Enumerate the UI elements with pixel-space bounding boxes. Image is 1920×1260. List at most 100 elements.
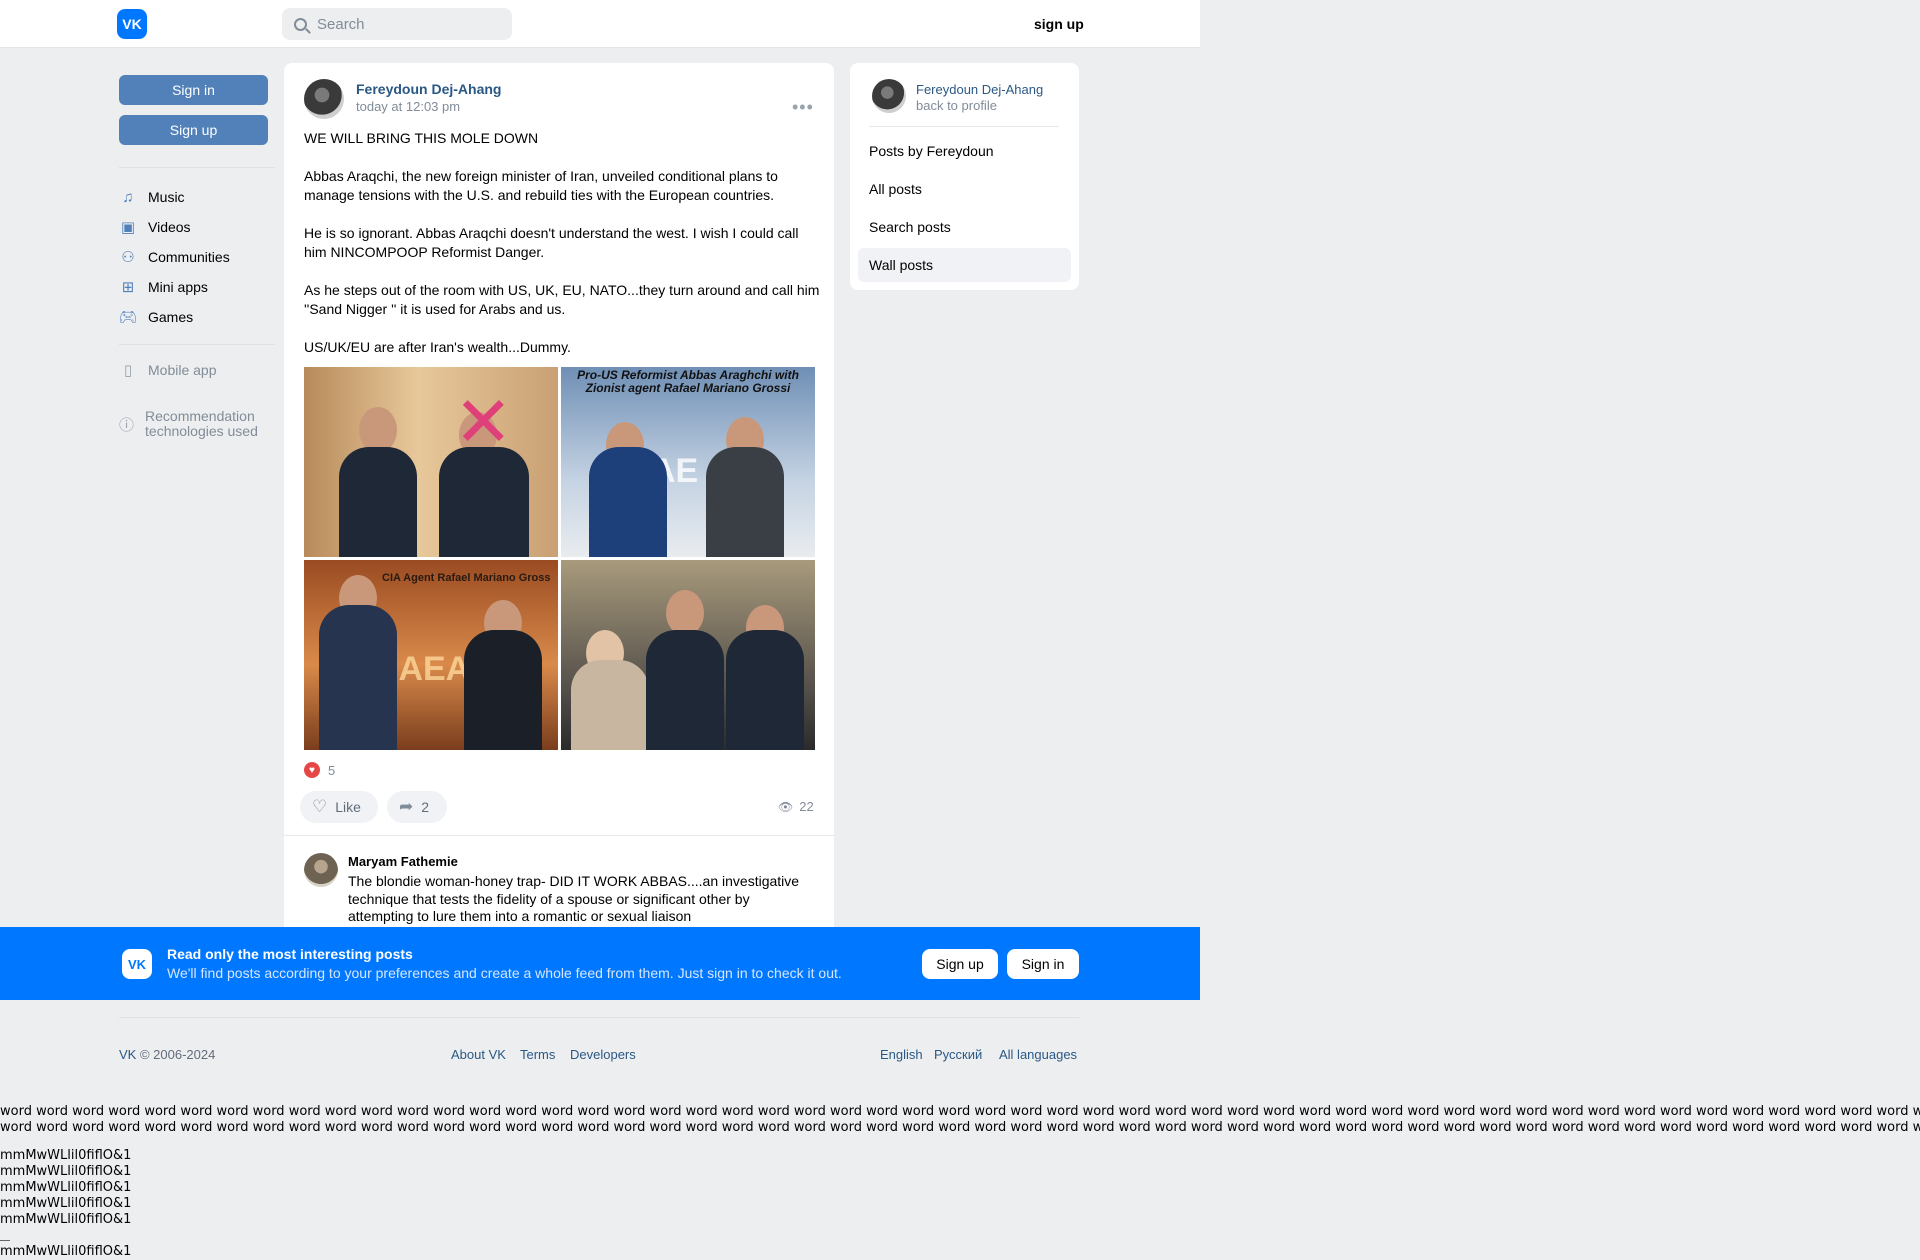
top-header: VK Search sign up <box>0 0 1200 48</box>
sidebar-item-mini-apps[interactable]: ⊞ Mini apps <box>119 275 208 299</box>
comment-author-link[interactable]: Maryam Fathemie <box>348 854 458 869</box>
banner-subtitle: We'll find posts according to your prefe… <box>167 965 842 981</box>
cross-mark-icon: ✕ <box>454 383 513 461</box>
banner-signin-button[interactable]: Sign in <box>1007 949 1079 979</box>
footer-brand[interactable]: VK <box>119 1047 136 1062</box>
photo-caption: CIA Agent Rafael Mariano Gross <box>382 572 551 584</box>
vk-logo: VK <box>122 949 152 979</box>
banner-title: Read only the most interesting posts <box>167 946 413 962</box>
phone-icon: ▯ <box>123 362 133 379</box>
post-photo[interactable]: ✕ <box>304 367 558 557</box>
photo-caption: Pro-US Reformist Abbas Araghchi with Zio… <box>577 368 799 395</box>
post-author-link[interactable]: Fereydoun Dej-Ahang <box>356 81 501 97</box>
sidebar-item-label: Communities <box>148 249 230 265</box>
reactions-summary[interactable]: ♥ 5 <box>304 762 335 778</box>
post-paragraph: As he steps out of the room with US, UK,… <box>304 282 820 317</box>
back-to-profile-link[interactable]: back to profile <box>916 98 997 113</box>
share-arrow-icon: ➦ <box>399 797 414 816</box>
heart-outline-icon: ♡ <box>312 797 328 816</box>
like-label: Like <box>335 799 361 815</box>
signin-promo-banner: VK Read only the most interesting posts … <box>0 927 1200 1000</box>
grid-icon: ⊞ <box>121 279 135 296</box>
sidebar-item-recommendation[interactable]: ⓘ Recommendation technologies used <box>119 408 269 440</box>
sidebar-item-music[interactable]: ♫ Music <box>119 185 185 209</box>
sidebar-item-mobile-app[interactable]: ▯ Mobile app <box>119 358 217 382</box>
post-divider <box>284 835 834 836</box>
profile-avatar[interactable] <box>872 79 906 113</box>
communities-icon: ⚇ <box>121 249 135 266</box>
header-signup-link[interactable]: sign up <box>1034 16 1084 32</box>
sample-text-line: mmMwWLlil0fiflO&1 <box>0 1212 132 1227</box>
menu-wall-posts[interactable]: Wall posts <box>858 248 1071 282</box>
sample-text-line: mmMwWLlil0fiflO&1 <box>0 1180 132 1195</box>
vk-logo[interactable]: VK <box>117 9 147 39</box>
commenter-avatar[interactable] <box>304 853 338 887</box>
author-avatar[interactable] <box>304 79 344 119</box>
signup-button[interactable]: Sign up <box>119 115 268 145</box>
sidebar-item-label: Music <box>148 189 185 205</box>
reactions-count: 5 <box>328 762 336 778</box>
post-paragraph: He is so ignorant. Abbas Araqchi doesn't… <box>304 225 799 260</box>
divider-tick <box>0 1240 10 1241</box>
footer-all-languages-link[interactable]: All languages <box>999 1047 1077 1062</box>
post-time[interactable]: today at 12:03 pm <box>356 99 460 114</box>
photo-grid: ✕ Pro-US Reformist Abbas Araghchi with Z… <box>304 367 815 750</box>
overflow-word-text: word word word word word word word word … <box>0 1104 1920 1135</box>
sidebar-item-label: Videos <box>148 219 191 235</box>
info-icon: ⓘ <box>119 416 135 434</box>
footer-about-link[interactable]: About VK <box>451 1047 506 1062</box>
sidebar-item-videos[interactable]: ▣ Videos <box>119 215 191 239</box>
footer-developers-link[interactable]: Developers <box>570 1047 636 1062</box>
menu-all-posts[interactable]: All posts <box>858 172 1071 206</box>
post-photo[interactable] <box>561 560 815 750</box>
video-icon: ▣ <box>120 219 136 236</box>
views-counter: 👁︎ 22 <box>778 799 814 814</box>
footer-russian-link[interactable]: Русский <box>934 1047 982 1062</box>
banner-signup-button[interactable]: Sign up <box>922 949 998 979</box>
sidebar-item-label: Games <box>148 309 194 325</box>
sidebar-item-label: Mini apps <box>148 279 208 295</box>
post-paragraph: US/UK/EU are after Iran's wealth...Dummy… <box>304 339 571 355</box>
sidebar-divider <box>119 344 275 345</box>
views-count: 22 <box>799 799 814 814</box>
sidebar-divider <box>119 167 275 168</box>
like-button[interactable]: ♡ Like <box>300 791 378 823</box>
panel-divider <box>869 126 1059 127</box>
search-icon <box>294 17 307 31</box>
footer-terms-link[interactable]: Terms <box>520 1047 555 1062</box>
share-button[interactable]: ➦ 2 <box>387 791 447 823</box>
sidebar-item-label: Mobile app <box>148 362 217 378</box>
more-options-icon[interactable]: ••• <box>792 97 814 118</box>
heart-icon: ♥ <box>304 762 320 778</box>
footer-divider <box>119 1017 1079 1018</box>
sample-text-line: mmMwWLlil0fiflO&1 <box>0 1244 132 1259</box>
footer-english-link[interactable]: English <box>880 1047 923 1062</box>
sidebar-item-games[interactable]: 🎮︎ Games <box>118 305 194 329</box>
word-line: word word word word word word word word … <box>0 1119 1920 1135</box>
comment-text: The blondie woman-honey trap- DID IT WOR… <box>348 873 800 924</box>
signin-button[interactable]: Sign in <box>119 75 268 105</box>
menu-search-posts[interactable]: Search posts <box>858 210 1071 244</box>
eye-icon: 👁︎ <box>778 799 794 814</box>
post-paragraph: WE WILL BRING THIS MOLE DOWN <box>304 130 539 146</box>
search-input[interactable]: Search <box>282 8 512 40</box>
footer-copyright-years: © 2006-2024 <box>136 1047 216 1062</box>
right-panel: Fereydoun Dej-Ahang back to profile Post… <box>850 63 1079 290</box>
sidebar-item-communities[interactable]: ⚇ Communities <box>119 245 230 269</box>
sidebar-item-label: Recommendation technologies used <box>145 408 258 439</box>
footer-copyright: VK © 2006-2024 <box>119 1047 215 1062</box>
gamepad-icon: 🎮︎ <box>118 309 138 326</box>
post-photo[interactable]: Pro-US Reformist Abbas Araghchi with Zio… <box>561 367 815 557</box>
profile-name-link[interactable]: Fereydoun Dej-Ahang <box>916 82 1043 97</box>
share-count: 2 <box>421 799 430 815</box>
sample-text-line: mmMwWLlil0fiflO&1 <box>0 1148 132 1163</box>
menu-posts-by-author[interactable]: Posts by Fereydoun <box>858 134 1071 168</box>
music-note-icon: ♫ <box>122 188 134 206</box>
post-text: WE WILL BRING THIS MOLE DOWN Abbas Araqc… <box>304 129 820 376</box>
post-photo[interactable]: CIA Agent Rafael Mariano Gross IAEA <box>304 560 558 750</box>
sample-text-line: mmMwWLlil0fiflO&1 <box>0 1196 132 1211</box>
word-line: word word word word word word word word … <box>0 1104 1920 1119</box>
post-paragraph: Abbas Araqchi, the new foreign minister … <box>304 168 778 203</box>
search-placeholder: Search <box>317 15 365 33</box>
post-card: Fereydoun Dej-Ahang today at 12:03 pm ••… <box>284 63 834 948</box>
